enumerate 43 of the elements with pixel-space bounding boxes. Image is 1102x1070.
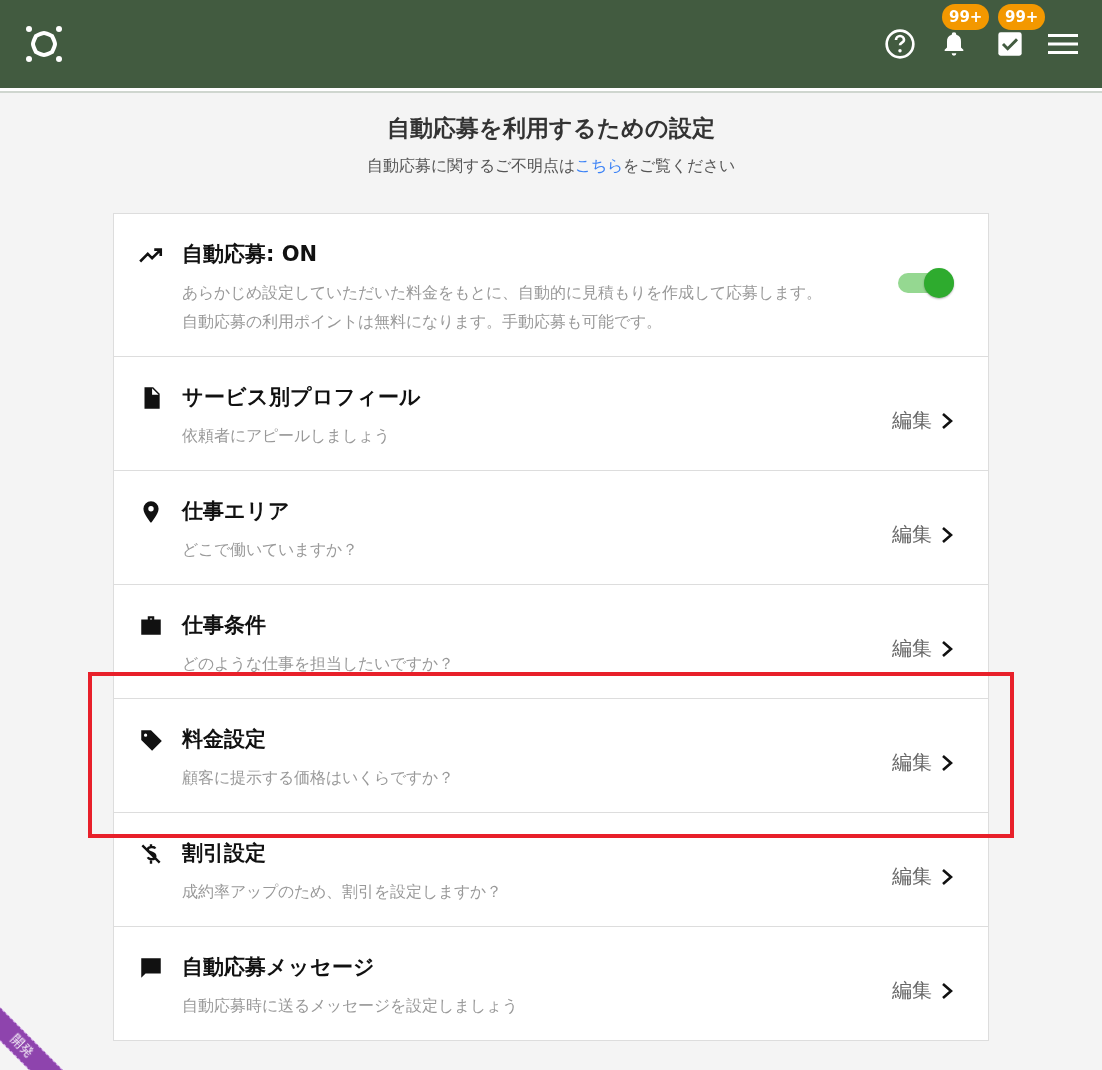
setting-row[interactable]: 割引設定 成約率アップのため、割引を設定しますか？ 編集 — [114, 812, 988, 926]
setting-description: 成約率アップのため、割引を設定しますか？ — [182, 881, 503, 903]
setting-title: サービス別プロフィール — [182, 384, 422, 411]
chevron-right-icon — [940, 525, 954, 544]
chevron-right-icon — [940, 411, 954, 430]
setting-description: 依頼者にアピールしましょう — [182, 425, 391, 447]
setting-title: 自動応募メッセージ — [182, 954, 376, 981]
edit-link[interactable]: 編集 — [892, 977, 954, 1004]
setting-title: 割引設定 — [182, 840, 267, 867]
setting-description: どのような仕事を担当したいですか？ — [182, 653, 455, 675]
task-badge: 99+ — [998, 4, 1046, 30]
notification-badge: 99+ — [942, 4, 990, 30]
page-title: 自動応募を利用するための設定 — [387, 114, 715, 143]
edit-link[interactable]: 編集 — [892, 635, 954, 662]
setting-title: 自動応募: ON — [182, 241, 319, 268]
edit-link[interactable]: 編集 — [892, 749, 954, 776]
setting-row[interactable]: 仕事エリア どこで働いていますか？ 編集 — [114, 470, 988, 584]
setting-row[interactable]: 自動応募メッセージ 自動応募時に送るメッセージを設定しましょう 編集 — [114, 926, 988, 1040]
page-subtitle: 自動応募に関するご不明点はこちら をご覧ください — [367, 156, 735, 177]
checkbox-icon[interactable] — [996, 30, 1024, 58]
setting-row[interactable]: 仕事条件 どのような仕事を担当したいですか？ 編集 — [114, 584, 988, 698]
edit-link[interactable]: 編集 — [892, 521, 954, 548]
help-icon[interactable] — [884, 28, 916, 60]
chevron-right-icon — [940, 639, 954, 658]
chevron-right-icon — [940, 753, 954, 772]
tag-icon — [138, 727, 164, 753]
setting-title: 仕事条件 — [182, 612, 267, 639]
setting-description: 顧客に提示する価格はいくらですか？ — [182, 767, 455, 789]
setting-description: あらかじめ設定していただいた料金をもとに、自動的に見積もりを作成して応募します。自動応募の利用ポイントは無料になります。手動応募も可能です。 — [182, 282, 823, 333]
edit-link[interactable]: 編集 — [892, 863, 954, 890]
setting-title: 仕事エリア — [182, 498, 291, 525]
menu-icon[interactable] — [1048, 32, 1078, 56]
setting-row[interactable]: 自動応募: ON あらかじめ設定していただいた料金をもとに、自動的に見積もりを作成して応募します。自動応募の利用ポイントは無料になります。手動応募も可能です。 — [114, 214, 988, 356]
setting-row[interactable]: 料金設定 顧客に提示する価格はいくらですか？ 編集 — [114, 698, 988, 812]
chevron-right-icon — [940, 981, 954, 1000]
setting-row[interactable]: サービス別プロフィール 依頼者にアピールしましょう 編集 — [114, 356, 988, 470]
setting-title: 料金設定 — [182, 726, 267, 753]
chevron-right-icon — [940, 867, 954, 886]
edit-link[interactable]: 編集 — [892, 407, 954, 434]
toggle-switch[interactable] — [898, 268, 954, 298]
setting-description: どこで働いていますか？ — [182, 539, 359, 561]
setting-description: 自動応募時に送るメッセージを設定しましょう — [182, 995, 519, 1017]
logo-icon[interactable] — [24, 24, 64, 64]
